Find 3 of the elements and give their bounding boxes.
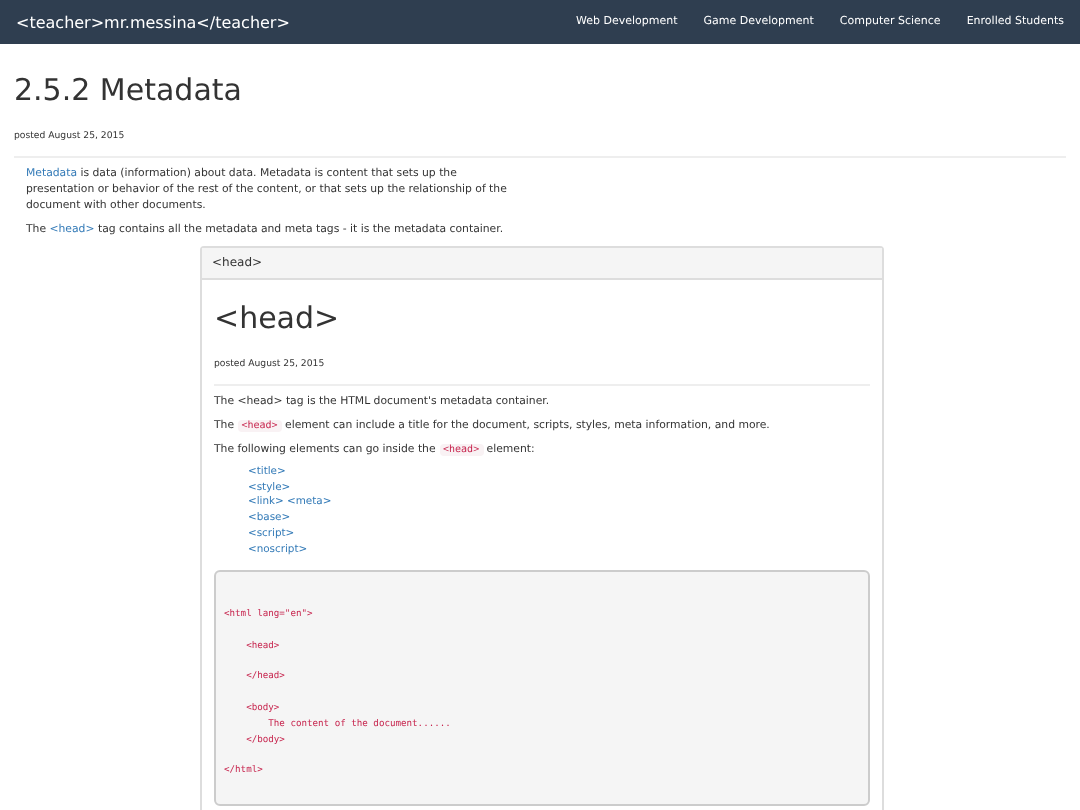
card-title: <head> [214,300,342,336]
page-title: 2.5.2 Metadata [14,72,244,108]
site-brand[interactable]: <teacher>mr.messina</teacher> [16,13,290,31]
